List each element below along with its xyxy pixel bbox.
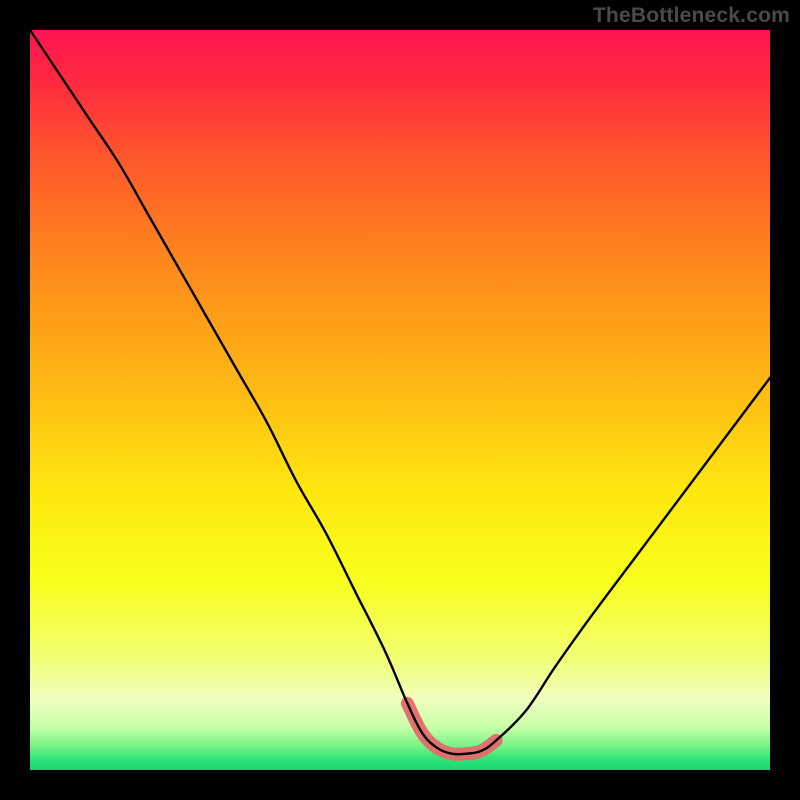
chart-frame: TheBottleneck.com — [0, 0, 800, 800]
watermark-text: TheBottleneck.com — [593, 4, 790, 28]
chart-background-gradient — [30, 30, 770, 770]
chart-svg — [30, 30, 770, 770]
chart-plot-area — [30, 30, 770, 770]
